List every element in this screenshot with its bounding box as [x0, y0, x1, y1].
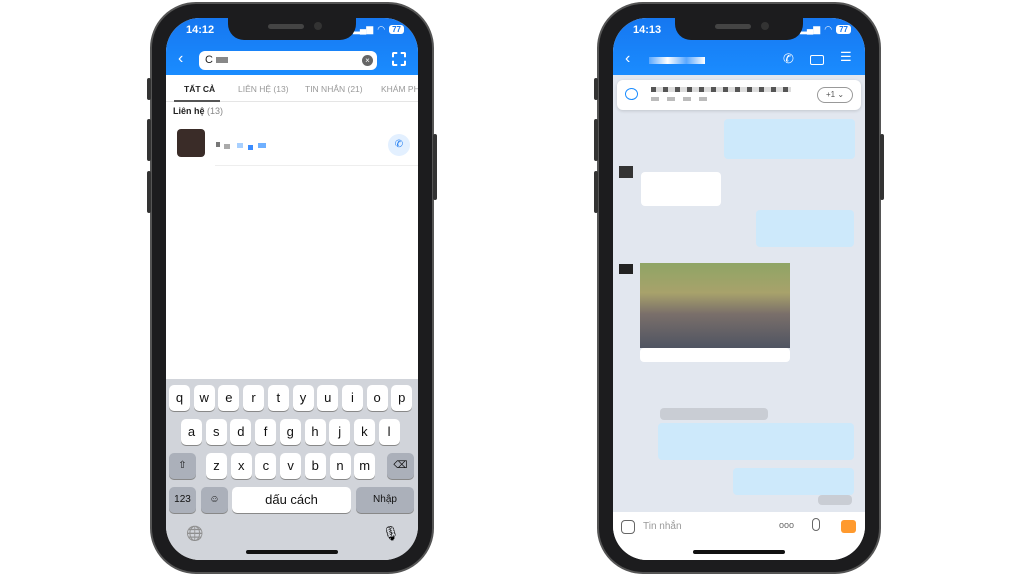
key-r[interactable]: r — [243, 385, 265, 411]
image-message[interactable] — [640, 263, 790, 348]
chat-bubble-icon — [625, 88, 638, 100]
screen: 14:12 ▂▄▆ ◠ 77 ‹ C × TẤT CẢ LIÊN HỆ (13) T… — [166, 18, 418, 560]
battery-icon: 77 — [836, 25, 851, 34]
message-input[interactable]: Tin nhắn — [643, 521, 682, 532]
key-x[interactable]: x — [230, 453, 252, 479]
key-q[interactable]: q — [169, 385, 190, 411]
key-y[interactable]: y — [292, 385, 314, 411]
search-value: C — [205, 54, 213, 66]
sticker-icon[interactable] — [621, 520, 635, 534]
clear-icon[interactable]: × — [362, 55, 373, 66]
battery-icon: 77 — [389, 25, 404, 34]
microphone-icon[interactable] — [812, 518, 820, 531]
back-button[interactable]: ‹ — [178, 50, 183, 68]
phone-left: 14:12 ▂▄▆ ◠ 77 ‹ C × TẤT CẢ LIÊN HỆ (13) T… — [147, 2, 437, 574]
key-t[interactable]: t — [267, 385, 289, 411]
key-w[interactable]: w — [193, 385, 215, 411]
phone-right: 14:13 ▂▄▆ ◠ 77 ‹ ✆ ☰ +1 ⌄ Tin nhắn ooo — [594, 2, 884, 574]
globe-icon[interactable]: 🌐 — [186, 525, 203, 542]
qr-scan-icon[interactable] — [392, 52, 406, 66]
enter-key[interactable]: Nhập — [356, 487, 414, 513]
home-indicator — [693, 550, 785, 554]
space-key[interactable]: dấu cách — [232, 487, 351, 513]
key-u[interactable]: u — [317, 385, 339, 411]
backspace-key[interactable]: ⌫ — [387, 453, 414, 479]
phone-call-icon[interactable]: ✆ — [783, 51, 794, 67]
key-b[interactable]: b — [304, 453, 326, 479]
key-k[interactable]: k — [353, 419, 375, 445]
keyboard: q w e r t y u i o p a s d f g h j k l z x c v b n m ⇧ ⌫ 123 ☺ dấu cách… — [166, 379, 418, 560]
numbers-key[interactable]: 123 — [169, 487, 196, 513]
avatar — [177, 129, 205, 157]
key-d[interactable]: d — [230, 419, 252, 445]
status-time: 14:12 — [186, 24, 215, 36]
home-indicator — [246, 550, 338, 554]
screen: 14:13 ▂▄▆ ◠ 77 ‹ ✆ ☰ +1 ⌄ Tin nhắn ooo — [613, 18, 865, 560]
key-n[interactable]: n — [329, 453, 351, 479]
back-button[interactable]: ‹ — [625, 50, 630, 68]
signal-icon: ▂▄▆ — [800, 24, 821, 34]
search-input[interactable]: C × — [199, 51, 377, 70]
key-a[interactable]: a — [181, 419, 202, 445]
key-s[interactable]: s — [205, 419, 227, 445]
contact-name — [649, 57, 705, 64]
key-l[interactable]: l — [378, 419, 400, 445]
key-i[interactable]: i — [341, 385, 363, 411]
status-icons: ▂▄▆ ◠ 77 — [353, 24, 404, 35]
key-v[interactable]: v — [280, 453, 302, 479]
microphone-icon[interactable]: 🎙 — [382, 525, 400, 542]
key-z[interactable]: z — [206, 453, 227, 479]
key-c[interactable]: c — [255, 453, 277, 479]
status-time: 14:13 — [633, 24, 662, 36]
key-j[interactable]: j — [329, 419, 351, 445]
section-header: Liên hệ (13) — [173, 106, 224, 116]
tab-bar: TẤT CẢ LIÊN HỆ (13) TIN NHẮN (21) KHÁM P… — [166, 75, 418, 102]
image-gallery-icon[interactable] — [841, 520, 856, 533]
key-p[interactable]: p — [391, 385, 413, 411]
wifi-icon: ◠ — [377, 24, 386, 34]
wifi-icon: ◠ — [824, 24, 833, 34]
tab-all[interactable]: TẤT CẢ — [184, 84, 215, 94]
signal-icon: ▂▄▆ — [353, 24, 374, 34]
key-h[interactable]: h — [304, 419, 326, 445]
more-pinned-button[interactable]: +1 ⌄ — [817, 87, 853, 103]
call-button[interactable]: ✆ — [388, 134, 410, 156]
tab-discover[interactable]: KHÁM PHÁ — [381, 84, 418, 94]
key-m[interactable]: m — [354, 453, 376, 479]
key-e[interactable]: e — [218, 385, 240, 411]
video-call-icon[interactable] — [810, 55, 824, 65]
status-icons: ▂▄▆ ◠ 77 — [800, 24, 851, 35]
tab-contacts[interactable]: LIÊN HỆ (13) — [238, 84, 289, 94]
shift-key[interactable]: ⇧ — [169, 453, 196, 479]
pinned-message[interactable]: +1 ⌄ — [617, 80, 861, 110]
emoji-key[interactable]: ☺ — [201, 487, 228, 513]
menu-icon[interactable]: ☰ — [840, 49, 852, 65]
key-o[interactable]: o — [366, 385, 388, 411]
tab-messages[interactable]: TIN NHẮN (21) — [305, 84, 363, 94]
key-g[interactable]: g — [279, 419, 301, 445]
more-options-icon[interactable]: ooo — [779, 520, 794, 530]
key-f[interactable]: f — [255, 419, 277, 445]
